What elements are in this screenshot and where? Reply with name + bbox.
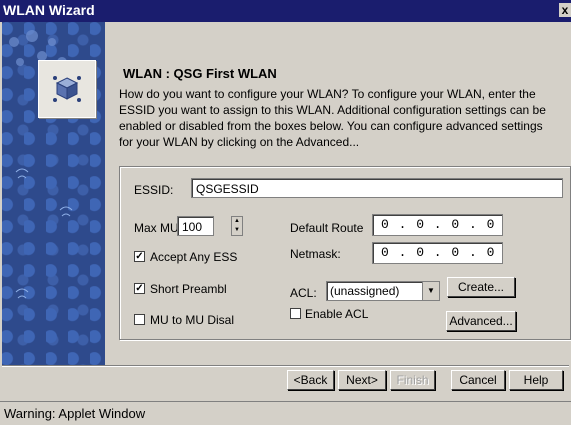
cancel-button[interactable]: Cancel: [451, 370, 505, 390]
mu-to-mu-disallow-checkbox[interactable]: [134, 314, 145, 325]
page-title: WLAN : QSG First WLAN: [123, 66, 277, 81]
footer-separator: [2, 365, 569, 367]
enable-acl-checkbox[interactable]: [290, 308, 301, 319]
page-description: How do you want to configure your WLAN? …: [119, 87, 546, 149]
advanced-button[interactable]: Advanced...: [446, 311, 516, 331]
next-button[interactable]: Next>: [338, 370, 386, 390]
default-route-input[interactable]: 0 . 0 . 0 . 0: [372, 214, 503, 236]
chevron-down-icon[interactable]: ▼: [422, 282, 439, 300]
finish-button[interactable]: Finish: [390, 370, 435, 390]
accept-any-essid-label: Accept Any ESS: [150, 250, 238, 264]
netmask-label: Netmask:: [290, 247, 341, 261]
status-bar: Warning: Applet Window: [0, 401, 571, 425]
status-text: Warning: Applet Window: [4, 406, 146, 421]
max-mu-label: Max MU: [134, 221, 179, 235]
short-preamble-checkbox[interactable]: ✓: [134, 283, 145, 294]
acl-select-value: (unassigned): [330, 284, 400, 298]
back-button[interactable]: <Back: [287, 370, 334, 390]
accept-any-essid-checkbox[interactable]: ✓: [134, 251, 145, 262]
enable-acl-label: Enable ACL: [305, 307, 369, 321]
wlan-icon-box: [38, 60, 96, 118]
essid-label: ESSID:: [134, 183, 174, 197]
window-title: WLAN Wizard: [3, 2, 95, 18]
default-route-label: Default Route: [290, 221, 364, 235]
window-titlebar: WLAN Wizard x: [0, 0, 571, 22]
create-acl-button[interactable]: Create...: [447, 277, 515, 297]
network-cube-icon: [53, 76, 81, 102]
short-preamble-label: Short Preambl: [150, 282, 227, 296]
close-button[interactable]: x: [559, 3, 571, 17]
acl-label: ACL:: [290, 286, 317, 300]
max-mu-input[interactable]: 100: [177, 216, 214, 236]
help-button[interactable]: Help: [509, 370, 563, 390]
max-mu-stepper[interactable]: ▲ ▼: [231, 216, 243, 236]
essid-input[interactable]: QSGESSID: [191, 178, 563, 198]
netmask-input[interactable]: 0 . 0 . 0 . 0: [372, 242, 503, 264]
mu-to-mu-disallow-label: MU to MU Disal: [150, 313, 235, 327]
acl-select[interactable]: (unassigned) ▼: [326, 281, 440, 301]
